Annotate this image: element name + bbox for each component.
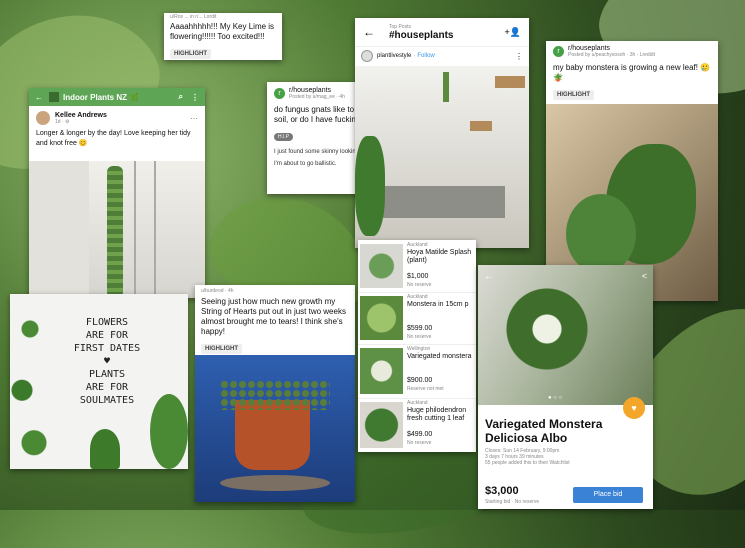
marketplace-listings[interactable]: Auckland Hoya Matilde Splash (plant) $1,… [358,240,476,452]
heart-icon: ♥ [103,356,111,367]
listing-price: $1,000 [407,273,429,280]
follow-link[interactable]: Follow [417,53,434,59]
watchlist-icon[interactable]: ♥ [623,397,645,419]
back-arrow-icon[interactable]: ← [35,93,43,102]
share-icon[interactable]: < [642,271,647,281]
listing-reserve: No reserve [407,440,432,446]
listing-reserve: Reserve not met [407,386,444,392]
board-line: SOULMATES [79,395,135,406]
post-flair: H.I.P [274,133,294,141]
board-line: FLOWERS [85,317,129,328]
post-meta: u/Ros ... in r/... Lordit [170,14,217,20]
listing-thumbnail [360,296,403,340]
more-icon[interactable]: ··· [190,114,198,123]
highlight-badge: HIGHLIGHT [170,49,211,59]
back-arrow-icon[interactable]: ← [484,271,494,282]
plant-vine [150,394,188,469]
listing-thumbnail [360,402,403,448]
listing-title: Variegated monstera [407,353,472,360]
reddit-post-string-of-hearts[interactable]: u/burdeod · 4h Seeing just how much new … [195,285,355,502]
search-icon[interactable]: ⌕ [179,92,183,102]
listing-row[interactable]: Wellington Variegated monstera $900.00 R… [358,344,476,399]
listing-thumbnail [360,348,403,394]
plant-vine [10,294,50,469]
listing-location: Auckland [407,400,428,406]
post-text: Aaaahhhhh!!! My Key Lime is flowering!!!… [170,22,275,41]
board-line: FIRST DATES [73,343,141,354]
reddit-post-key-lime[interactable]: u/Ros ... in r/... Lordit Aaaahhhhh!!! M… [164,13,282,60]
listing-price: $599.00 [407,325,433,332]
more-icon[interactable]: ⋮ [191,93,199,102]
current-price: $3,000 [485,485,519,497]
listing-location: Auckland [407,294,428,300]
subreddit-name[interactable]: r/houseplants [289,87,345,94]
more-icon[interactable]: ⋮ [515,52,523,61]
listing-title: Variegated Monstera Deliciosa Albo [485,417,603,445]
listing-title: Monstera in 15cm p [407,301,469,308]
listing-price: $900.00 [407,377,433,384]
listing-photo: ← < ● ○ ○ [478,265,653,405]
author-name[interactable]: Kellee Andrews [55,112,107,119]
avatar[interactable] [361,50,373,62]
listing-reserve: No reserve [407,334,432,340]
listing-title: Hoya Matilde Splash (plant) [407,249,472,264]
bid-info: Starting bid · No reserve [485,499,540,505]
board-line: ARE FOR [85,330,129,341]
group-header: ← Indoor Plants NZ 🌿 ⌕ ⋮ [29,88,205,106]
listing-thumbnail [360,244,403,288]
subreddit-icon: r [553,46,564,57]
post-text: Longer & longer by the day! Love keeping… [36,130,191,147]
post-photo [195,355,355,502]
listing-row[interactable]: Auckland Monstera in 15cm p $599.00 No r… [358,292,476,345]
post-text[interactable]: my baby monstera is growing a new leaf! … [553,63,711,83]
post-meta: u/burdeod · 4h [201,288,234,294]
dot-separator: · [413,53,416,59]
listing-price: $499.00 [407,431,433,438]
post-text[interactable]: Seeing just how much new growth my Strin… [201,297,349,337]
post-meta: Posted by u/mag_ee · 4h [289,94,345,100]
facebook-group-post[interactable]: ← Indoor Plants NZ 🌿 ⌕ ⋮ Kellee Andrews … [29,88,205,298]
listing-location: Wellington [407,346,431,352]
post-photo [355,66,529,248]
post-time: 1d · ⚙ [55,118,70,125]
watchlist-count: 55 people added this to their Watchlist [485,460,570,466]
group-name: Indoor Plants NZ 🌿 [63,92,140,102]
subreddit-name[interactable]: r/houseplants [568,45,655,52]
listing-title: Huge philodendron fresh cutting 1 leaf [407,407,467,422]
avatar[interactable] [36,111,50,125]
highlight-badge: HIGHLIGHT [553,90,594,100]
header-bar: ← Top Posts #houseplants +👤 [355,18,529,46]
auction-listing-detail[interactable]: ← < ● ○ ○ ♥ Variegated Monstera Delicios… [478,265,653,509]
group-avatar [49,92,59,102]
instagram-hashtag-page[interactable]: ← Top Posts #houseplants +👤 plantlivesty… [355,18,529,248]
listing-row[interactable]: Auckland Hoya Matilde Splash (plant) $1,… [358,240,476,293]
carousel-dots[interactable]: ● ○ ○ [548,395,562,401]
board-line: PLANTS [88,369,126,380]
plant-pot [90,429,120,469]
listing-row[interactable]: Auckland Huge philodendron fresh cutting… [358,398,476,452]
reddit-post-baby-monstera[interactable]: r r/houseplants Posted by u/peachysosoh … [546,41,718,301]
account-name[interactable]: plantlivestyle [377,53,411,59]
subreddit-icon: r [274,88,285,99]
back-arrow-icon[interactable]: ← [363,25,375,39]
add-person-icon[interactable]: +👤 [505,27,521,38]
letterboard-photo: FLOWERS ARE FOR FIRST DATES ♥ PLANTS ARE… [10,294,188,469]
place-bid-button[interactable]: Place bid [573,487,643,503]
listing-reserve: No reserve [407,282,432,288]
highlight-badge: HIGHLIGHT [201,344,242,354]
post-photo [29,161,205,298]
hashtag-title: #houseplants [389,29,454,41]
listing-location: Auckland [407,242,428,248]
post-meta: Posted by u/peachysosoh · 3h · Lreddit [568,52,655,58]
board-line: ARE FOR [85,382,129,393]
